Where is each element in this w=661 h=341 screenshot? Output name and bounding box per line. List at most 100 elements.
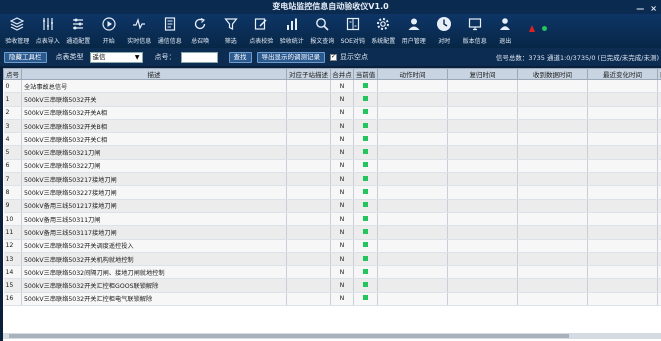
toolbar-button-clock[interactable]: 对时: [429, 14, 460, 48]
toolbar-button-user[interactable]: 用户管理: [399, 14, 430, 48]
column-header[interactable]: 动作时间: [377, 68, 448, 80]
toolbar-button-stats[interactable]: 验收统计: [277, 14, 308, 48]
cell-action-time: [377, 212, 448, 227]
column-header[interactable]: 当前值: [353, 68, 378, 80]
cell-substation-desc: [286, 199, 331, 213]
cell-point-no: 15: [3, 278, 22, 293]
cell-done: [657, 145, 661, 160]
cell-done: [657, 239, 661, 253]
table-row[interactable]: 16 500kV三串联络5032开关汇控柜电气联锁解除 N: [3, 292, 661, 307]
table-row[interactable]: 5 500kV三串联络50321刀闸 N: [3, 145, 661, 160]
horizontal-scrollbar[interactable]: [3, 333, 661, 339]
value-indicator-icon: [363, 95, 368, 101]
toolbar-button-sliders[interactable]: 通道配置: [63, 14, 94, 48]
toolbar-button-info[interactable]: 版本信息: [460, 14, 491, 48]
hide-toolbar-button[interactable]: 隐藏工具栏: [4, 51, 47, 63]
cell-substation-desc: [286, 172, 331, 187]
cell-point-no: 14: [3, 265, 22, 280]
toolbar-button-edit[interactable]: 点表校验: [246, 14, 277, 48]
table-row[interactable]: 14 500kV三串联络5032间隔刀闸、接地刀闸就地控制 N: [3, 265, 661, 280]
column-header[interactable]: 复归时间: [447, 68, 518, 80]
show-empty-checkbox[interactable]: ✓: [330, 53, 337, 61]
sliders-icon: [70, 16, 86, 32]
point-no-input[interactable]: [180, 51, 218, 63]
value-indicator-icon: [363, 295, 368, 301]
table-row[interactable]: 11 500kV备用三线503117接地刀闸 N: [3, 225, 661, 240]
cell-current-value: [353, 79, 378, 94]
table-row[interactable]: 0 全站事故总信号 N: [3, 79, 661, 94]
toolbar-label: 点表校验: [249, 38, 274, 45]
main-toolbar: 验收管理 点表导入 通道配置 开始 实时信息 通信信息 总召唤 筛选 点表校验 验收统计 报文查询 S…: [0, 14, 661, 48]
cell-reset-time: [447, 106, 518, 120]
table-row[interactable]: 1 500kV三串联络5032开关 N: [3, 92, 661, 107]
toolbar-button-layers[interactable]: 验收管理: [2, 14, 33, 48]
scrollbar-thumb[interactable]: [9, 334, 569, 338]
cell-point-no: 8: [3, 185, 22, 200]
table-row[interactable]: 9 500kV备用三线501217接地刀闸 N: [3, 199, 661, 213]
cell-point-no: 1: [3, 92, 22, 107]
column-header[interactable]: 已完成: [657, 68, 661, 80]
cell-action-time: [377, 132, 448, 147]
toolbar-button-logout[interactable]: 退出: [490, 14, 521, 48]
search-button[interactable]: 查找: [228, 51, 252, 63]
point-type-select[interactable]: 遥信 ▼: [89, 51, 143, 63]
alarm-icon: [528, 25, 535, 32]
toolbar-button-refresh[interactable]: 总召唤: [185, 14, 216, 48]
column-header[interactable]: 合并点: [330, 68, 354, 80]
cell-change-time: [587, 172, 658, 187]
toolbar-button-filter[interactable]: 筛选: [216, 14, 247, 48]
cell-action-time: [377, 265, 448, 280]
value-indicator-icon: [363, 82, 368, 88]
cell-current-value: [353, 106, 378, 120]
cell-receive-time: [517, 119, 588, 134]
cell-substation-desc: [286, 278, 331, 293]
toolbar-button-gear[interactable]: 系统配置: [368, 14, 399, 48]
cell-done: [657, 252, 661, 267]
table-row[interactable]: 6 500kV三串联络50322刀闸 N: [3, 159, 661, 174]
table-row[interactable]: 15 500kV三串联络5032开关汇控柜GOOS联锁解除 N: [3, 278, 661, 293]
cell-merge: N: [330, 278, 354, 293]
table-row[interactable]: 4 500kV三串联络5032开关C相 N: [3, 132, 661, 147]
toolbar-label: 系统配置: [371, 38, 396, 45]
table-row[interactable]: 3 500kV三串联络5032开关B相 N: [3, 119, 661, 134]
value-indicator-icon: [363, 149, 368, 155]
table-row[interactable]: 8 500kV三串联络503227接地刀闸 N: [3, 185, 661, 200]
cell-done: [657, 172, 661, 187]
column-header[interactable]: 最近变化时间: [587, 68, 658, 80]
toolbar-button-search[interactable]: 报文查询: [307, 14, 338, 48]
table-row[interactable]: 13 500kV三串联络5032开关机构就地控制 N: [3, 252, 661, 267]
cell-merge: N: [330, 225, 354, 240]
table-row[interactable]: 2 500kV三串联络5032开关A相 N: [3, 106, 661, 120]
toolbar-button-import[interactable]: 点表导入: [33, 14, 64, 48]
connection-ok-icon: [541, 26, 547, 31]
toolbar-button-doc[interactable]: 通信信息: [155, 14, 186, 48]
toolbar-button-play[interactable]: 开始: [94, 14, 125, 48]
table-row[interactable]: 12 500kV三串联络5032开关调度遥控投入 N: [3, 239, 661, 253]
cell-description: 500kV三串联络5032开关B相: [21, 119, 287, 134]
play-icon: [101, 16, 117, 32]
filter-icon: [223, 16, 239, 32]
table-row[interactable]: 10 500kV备用三线50311刀闸 N: [3, 212, 661, 227]
cell-current-value: [353, 199, 378, 213]
cell-receive-time: [517, 252, 588, 267]
table-row[interactable]: 7 500kV三串联络503217接地刀闸 N: [3, 172, 661, 187]
cell-receive-time: [517, 92, 588, 107]
column-header[interactable]: 对应子站描述: [286, 68, 331, 80]
cell-receive-time: [517, 106, 588, 120]
column-header[interactable]: 收到数据时间: [517, 68, 588, 80]
cell-done: [657, 265, 661, 280]
cell-change-time: [587, 239, 658, 253]
cell-description: 500kV三串联络5032开关汇控柜电气联锁解除: [21, 292, 287, 307]
cell-reset-time: [447, 278, 518, 293]
export-button[interactable]: 导出显示的调测记录: [256, 51, 325, 63]
column-header[interactable]: 点号: [3, 68, 22, 80]
toolbar-button-pulse[interactable]: 实时信息: [124, 14, 155, 48]
cell-current-value: [353, 159, 378, 174]
column-header[interactable]: 描述: [21, 68, 287, 80]
point-no-label: 点号：: [154, 53, 176, 61]
value-indicator-icon: [363, 215, 368, 221]
cell-current-value: [353, 225, 378, 240]
toolbar-button-compare[interactable]: SOE对钝: [338, 14, 369, 48]
cell-current-value: [353, 145, 378, 160]
cell-receive-time: [517, 159, 588, 174]
